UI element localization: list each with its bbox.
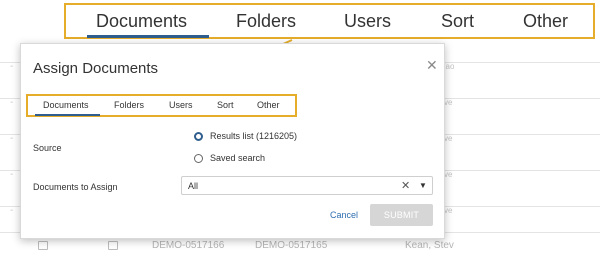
row-edge-fragment: 'ao [444,62,455,71]
callout-tab-other: Other [523,11,569,31]
row-edge-fragment: ve [444,98,453,107]
tab-other[interactable]: Other [257,100,280,110]
results-list-option-label[interactable]: Results list (1216205) [210,131,297,141]
tab-sort[interactable]: Sort [217,100,234,110]
callout-tab-folders: Folders [236,11,297,31]
cancel-button[interactable]: Cancel [330,210,358,220]
row-docid-1: DEMO-0517166 [152,240,225,251]
folder-icon [108,241,118,250]
row-docid-2: DEMO-0517165 [255,240,328,251]
close-icon[interactable]: ✕ [426,57,438,74]
row-marker: - [10,97,14,108]
row-edge-fragment: ve [444,206,453,215]
row-marker: - [10,205,14,216]
assign-documents-dialog: Assign Documents ✕ Documents Folders Use… [20,43,445,239]
submit-button[interactable]: SUBMIT [370,204,433,226]
documents-select-value: All [188,181,199,191]
saved-search-option-label[interactable]: Saved search [210,153,265,163]
row-edge-fragment: ve [444,170,453,179]
row-edge-fragment: ve [444,134,453,143]
row-custodian: Kean, Stev [405,240,454,251]
row-marker: - [10,169,14,180]
tab-users[interactable]: Users [169,100,193,110]
chevron-down-icon[interactable]: ▼ [419,181,427,190]
source-label: Source [33,143,62,153]
row-marker: - [10,61,14,72]
row-marker: - [10,133,14,144]
callout-active-underline [87,35,209,38]
zoomed-tabs-callout: Documents Folders Users Sort Other [64,3,595,39]
tab-documents[interactable]: Documents [43,100,89,110]
dialog-tabbar: Documents Folders Users Sort Other [26,94,297,117]
clear-icon[interactable]: ✕ [401,179,410,192]
callout-tab-users: Users [344,11,392,31]
documents-to-assign-select[interactable]: All ✕ ▼ [181,176,433,195]
documents-to-assign-label: Documents to Assign [33,182,118,192]
saved-search-radio[interactable] [194,154,203,163]
active-tab-underline [35,114,100,116]
results-list-radio[interactable] [194,132,203,141]
callout-tab-documents: Documents [96,11,188,31]
dialog-title: Assign Documents [33,60,159,77]
callout-tab-sort: Sort [441,11,475,31]
document-icon [38,241,48,250]
tab-folders[interactable]: Folders [114,100,144,110]
